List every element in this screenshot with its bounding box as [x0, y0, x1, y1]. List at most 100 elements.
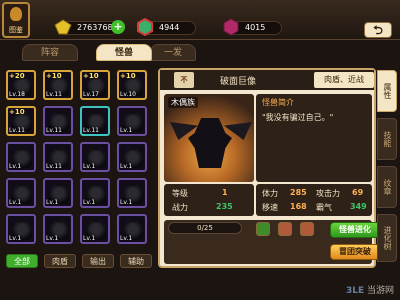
stat-dominance-label: 霸气: [316, 203, 332, 212]
filter-tank-button[interactable]: 肉盾: [44, 254, 76, 268]
back-arrow-icon: ⮌: [373, 23, 383, 37]
unit-intro: 怪兽简介 "我没有骗过自己。": [256, 94, 372, 182]
filter-all-button[interactable]: 全部: [6, 254, 38, 268]
stat-level-value: 1: [222, 188, 228, 197]
unit-card[interactable]: Lv.1: [117, 106, 147, 136]
stat-hp-value: 285: [290, 188, 307, 197]
tab-third[interactable]: 一发: [150, 44, 196, 61]
unit-level: Lv.18: [9, 91, 25, 98]
unit-card[interactable]: Lv.11: [80, 106, 110, 136]
stat-atk-label: 攻击力: [316, 189, 340, 198]
player-avatar[interactable]: 图鉴: [2, 2, 30, 38]
unit-card[interactable]: +10 Lv.11: [43, 70, 73, 100]
unit-level: Lv.1: [83, 199, 96, 206]
evolve-button[interactable]: 怪兽进化: [330, 222, 380, 238]
side-tab-emblem[interactable]: 纹章: [377, 166, 397, 208]
avatar-label: 图鉴: [9, 26, 23, 34]
stat-power-value: 235: [216, 202, 233, 211]
portrait-race-label: 木偶族: [168, 97, 198, 108]
unit-level: Lv.1: [9, 235, 22, 242]
purple-crystal-value: 4015: [245, 23, 266, 32]
stat-power-label: 战力: [172, 203, 188, 212]
unit-card[interactable]: Lv.1: [80, 178, 110, 208]
unit-card[interactable]: Lv.1: [6, 214, 36, 244]
unit-card[interactable]: +10 Lv.10: [117, 70, 147, 100]
red-crystal-value: 4944: [159, 23, 180, 32]
unit-type-tag: 肉盾、近战: [314, 72, 374, 88]
unit-level: Lv.17: [83, 91, 99, 98]
unit-level: Lv.11: [46, 91, 62, 98]
unit-card[interactable]: Lv.11: [43, 142, 73, 172]
side-tabs: 属性 技能 纹章 进化树: [377, 70, 397, 270]
tab-lineup[interactable]: 阵容: [22, 44, 78, 61]
level-power-stats: 等级 1 战力 235: [164, 184, 254, 216]
side-tab-attributes[interactable]: 属性: [377, 70, 397, 112]
unit-level: Lv.1: [9, 163, 22, 170]
unit-level: Lv.1: [120, 235, 133, 242]
unit-level: Lv.11: [46, 163, 62, 170]
unit-plus-level: +10: [9, 108, 25, 116]
unit-card[interactable]: Lv.1: [6, 142, 36, 172]
breakthrough-button[interactable]: 冒团突破: [330, 244, 380, 260]
filter-dps-button[interactable]: 输出: [82, 254, 114, 268]
unit-card[interactable]: Lv.1: [117, 178, 147, 208]
watermark-logo: 3LE: [345, 286, 365, 296]
combat-stats: 体力 285 攻击力 69 移速 168 霸气 349: [256, 184, 372, 216]
side-tab-evolution-tree[interactable]: 进化树: [377, 214, 397, 262]
filter-support-button[interactable]: 辅助: [120, 254, 152, 268]
unit-card[interactable]: Lv.1: [80, 142, 110, 172]
evolution-area: 0/25 怪兽进化 冒团突破: [164, 220, 380, 264]
unit-card[interactable]: Lv.1: [117, 142, 147, 172]
unit-name: 破面巨像: [220, 77, 257, 87]
back-button[interactable]: ⮌: [364, 22, 392, 38]
rarity-badge: 不: [174, 72, 194, 88]
filter-bar: 全部 肉盾 输出 辅助: [6, 254, 152, 270]
unit-detail-panel: 不 破面巨像 肉盾、近战 木偶族 怪兽简介 "我没有骗过自己。" 等级 1 战力…: [158, 68, 380, 268]
unit-level: Lv.11: [9, 127, 25, 134]
unit-card[interactable]: Lv.1: [43, 214, 73, 244]
unit-card[interactable]: Lv.1: [117, 214, 147, 244]
unit-level: Lv.1: [9, 199, 22, 206]
unit-card[interactable]: Lv.11: [43, 106, 73, 136]
tab-monsters[interactable]: 怪兽: [96, 44, 152, 61]
purple-crystal-counter: 4015: [223, 18, 282, 36]
unit-level: Lv.11: [83, 127, 99, 134]
unit-level: Lv.1: [83, 163, 96, 170]
unit-grid: +20 Lv.18 +10 Lv.11 +10 Lv.17 +10 Lv.10 +10 Lv.11…: [6, 70, 152, 252]
unit-header: 不 破面巨像 肉盾、近战: [160, 70, 374, 90]
stat-level-label: 等级: [172, 189, 188, 198]
side-tab-skills[interactable]: 技能: [377, 118, 397, 160]
unit-card[interactable]: +10 Lv.11: [6, 106, 36, 136]
unit-plus-level: +10: [83, 72, 99, 80]
red-crystal-counter: 4944: [137, 17, 196, 37]
unit-plus-level: +10: [120, 72, 136, 80]
meat-item-icon-2[interactable]: [300, 222, 314, 236]
unit-level: Lv.1: [120, 163, 133, 170]
stat-speed-value: 168: [290, 202, 307, 211]
gold-coin-icon: [54, 19, 72, 35]
meat-item-icon[interactable]: [278, 222, 292, 236]
unit-level: Lv.1: [120, 199, 133, 206]
watermark-text: 当游网: [366, 286, 394, 296]
stat-hp-label: 体力: [262, 189, 278, 198]
evolution-progress: 0/25: [168, 222, 242, 234]
stat-atk-value: 69: [352, 188, 364, 197]
leaf-item-icon[interactable]: [256, 222, 270, 236]
unit-card[interactable]: +20 Lv.18: [6, 70, 36, 100]
unit-card[interactable]: Lv.1: [43, 178, 73, 208]
unit-level: Lv.1: [120, 127, 133, 134]
unit-level: Lv.1: [46, 235, 59, 242]
watermark: 3LE 当游网: [346, 283, 394, 296]
gold-counter: 27637685 +: [54, 19, 125, 35]
intro-title: 怪兽简介: [262, 98, 294, 107]
unit-level: Lv.11: [46, 127, 62, 134]
unit-portrait: 木偶族: [164, 94, 254, 182]
intro-text: "我没有骗过自己。": [262, 113, 334, 122]
unit-card[interactable]: Lv.1: [80, 214, 110, 244]
unit-card[interactable]: Lv.1: [6, 178, 36, 208]
add-gold-button[interactable]: +: [111, 20, 125, 34]
top-bar: 图鉴 27637685 + 4944 4015 ⮌: [0, 0, 400, 40]
stat-dominance-value: 349: [350, 202, 367, 211]
unit-plus-level: +10: [46, 72, 62, 80]
unit-card[interactable]: +10 Lv.17: [80, 70, 110, 100]
